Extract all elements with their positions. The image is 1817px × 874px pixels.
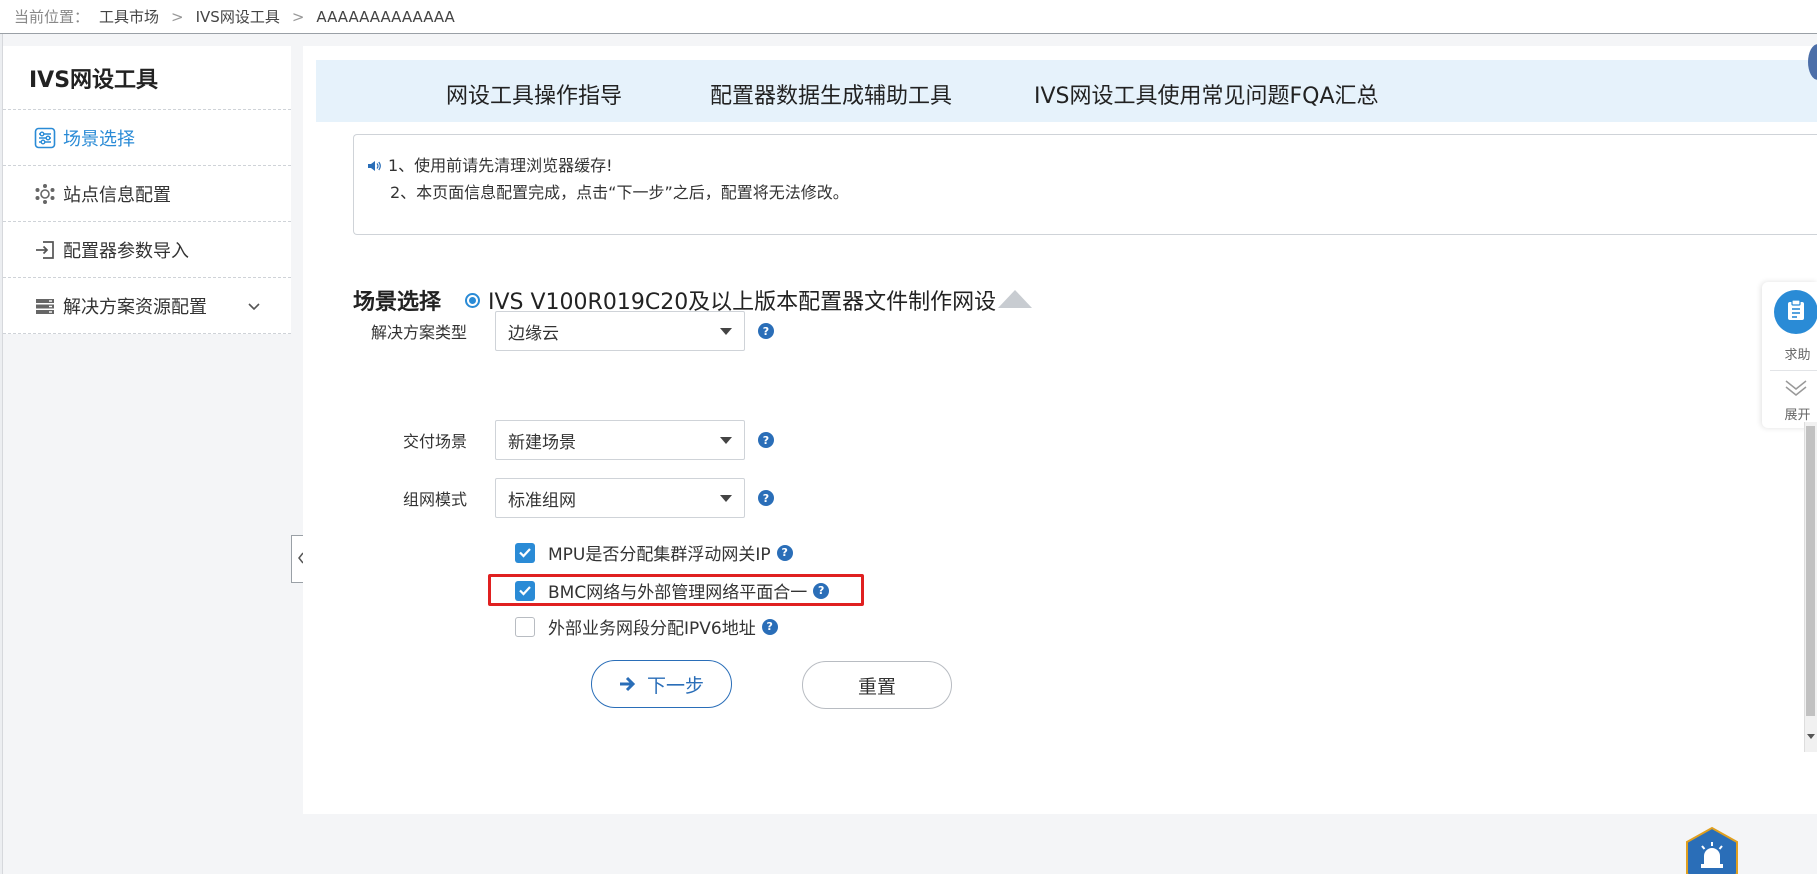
caret-down-icon [720, 437, 732, 444]
help-icon[interactable]: ? [776, 544, 793, 561]
sidebar-item-label: 解决方案资源配置 [63, 296, 207, 318]
scene-radio[interactable] [465, 292, 481, 308]
breadcrumb-item-ivs-tool[interactable]: IVS网设工具 [196, 6, 280, 27]
network-mode-label: 组网模式 [402, 490, 467, 509]
clipboard-icon [1786, 298, 1806, 326]
help-icon[interactable]: ? [758, 432, 774, 448]
delivery-scene-label: 交付场景 [402, 432, 467, 451]
form-row-solution-type: 解决方案类型 边缘云 ? [333, 311, 774, 351]
double-chevron-down-icon[interactable] [1783, 378, 1809, 402]
breadcrumb-prefix: 当前位置： [14, 8, 90, 26]
breadcrumb-item-tool-market[interactable]: 工具市场 [99, 6, 159, 27]
arrow-right-icon [619, 676, 637, 692]
help-label[interactable]: 求助 [1770, 344, 1817, 363]
speaker-icon [368, 154, 382, 180]
form-row-network-mode: 组网模式 标准组网 ? [333, 478, 774, 518]
scrollbar-thumb[interactable] [1806, 426, 1815, 716]
reset-button[interactable]: 重置 [802, 661, 952, 709]
network-mode-select[interactable]: 标准组网 [495, 478, 745, 518]
sidebar-item-scene-selection[interactable]: 场景选择 [3, 110, 291, 166]
sidebar-item-site-info-config[interactable]: 站点信息配置 [3, 166, 291, 222]
tab-configurator-data-tool[interactable]: 配置器数据生成辅助工具 [710, 78, 952, 110]
sidebar-item-solution-resource-config[interactable]: 解决方案资源配置 [3, 278, 291, 334]
solution-type-value: 边缘云 [508, 323, 559, 344]
solution-type-select[interactable]: 边缘云 [495, 311, 745, 351]
caret-up-icon[interactable] [998, 290, 1033, 308]
breadcrumb-separator: > [171, 7, 184, 26]
notice-line-1: 1、使用前请先清理浏览器缓存! [388, 156, 613, 175]
check-row-mpu-gateway: MPU是否分配集群浮动网关IP ? [515, 540, 793, 565]
sidebar-item-configurator-import[interactable]: 配置器参数导入 [3, 222, 291, 278]
notice-line-2: 2、本页面信息配置完成，点击“下一步”之后，配置将无法修改。 [390, 183, 849, 202]
help-icon[interactable]: ? [758, 323, 774, 339]
reset-label: 重置 [857, 675, 896, 698]
highlight-box [488, 574, 864, 606]
import-icon [33, 238, 57, 262]
floating-help-widget: 求助 展开 [1762, 282, 1817, 428]
breadcrumb-separator: > [291, 7, 305, 26]
network-mode-value: 标准组网 [508, 490, 576, 511]
form-row-delivery-scene: 交付场景 新建场景 ? [333, 420, 774, 460]
notice-box: 1、使用前请先清理浏览器缓存! 2、本页面信息配置完成，点击“下一步”之后，配置… [353, 134, 1817, 235]
breadcrumb: 当前位置： 工具市场 > IVS网设工具 > AAAAAAAAAAAAA [0, 0, 1817, 34]
sidebar: IVS网设工具 场景选择 站点信息配置 配置器参数导入 解决方案资源配置 [3, 46, 291, 874]
ipv6-checkbox[interactable] [515, 616, 535, 637]
delivery-scene-value: 新建场景 [508, 432, 576, 453]
tab-faq-summary[interactable]: IVS网设工具使用常见问题FQA汇总 [1034, 78, 1379, 110]
expand-label[interactable]: 展开 [1770, 404, 1817, 423]
help-button[interactable] [1774, 290, 1817, 334]
network-nodes-icon [33, 182, 57, 206]
sidebar-item-label: 场景选择 [63, 128, 135, 150]
chevron-down-icon[interactable] [247, 296, 261, 317]
help-icon[interactable]: ? [761, 618, 778, 635]
top-tab-bar: 网设工具操作指导 配置器数据生成辅助工具 IVS网设工具使用常见问题FQA汇总 [316, 60, 1817, 122]
solution-type-label: 解决方案类型 [370, 323, 467, 342]
scroll-down-arrow-icon[interactable] [1807, 734, 1815, 739]
next-step-button[interactable]: 下一步 [591, 660, 732, 708]
server-stack-icon [33, 294, 57, 318]
mpu-gateway-label[interactable]: MPU是否分配集群浮动网关IP [548, 540, 771, 565]
caret-down-icon [720, 495, 732, 502]
breadcrumb-item-current: AAAAAAAAAAAAA [316, 7, 455, 26]
help-icon[interactable]: ? [758, 490, 774, 506]
sidebar-title: IVS网设工具 [3, 46, 291, 110]
delivery-scene-select[interactable]: 新建场景 [495, 420, 745, 460]
divider [1770, 370, 1817, 371]
main-panel: 网设工具操作指导 配置器数据生成辅助工具 IVS网设工具使用常见问题FQA汇总 … [303, 46, 1817, 814]
mpu-gateway-checkbox[interactable] [515, 542, 535, 563]
alarm-icon[interactable] [1683, 826, 1741, 874]
sidebar-item-label: 站点信息配置 [63, 184, 171, 206]
ipv6-label[interactable]: 外部业务网段分配IPV6地址 [548, 614, 756, 639]
tab-operation-guide[interactable]: 网设工具操作指导 [446, 78, 622, 110]
sliders-icon [33, 126, 57, 150]
check-row-ipv6: 外部业务网段分配IPV6地址 ? [515, 614, 778, 639]
next-step-label: 下一步 [646, 674, 704, 697]
sidebar-item-label: 配置器参数导入 [63, 240, 189, 262]
caret-down-icon [720, 328, 732, 335]
